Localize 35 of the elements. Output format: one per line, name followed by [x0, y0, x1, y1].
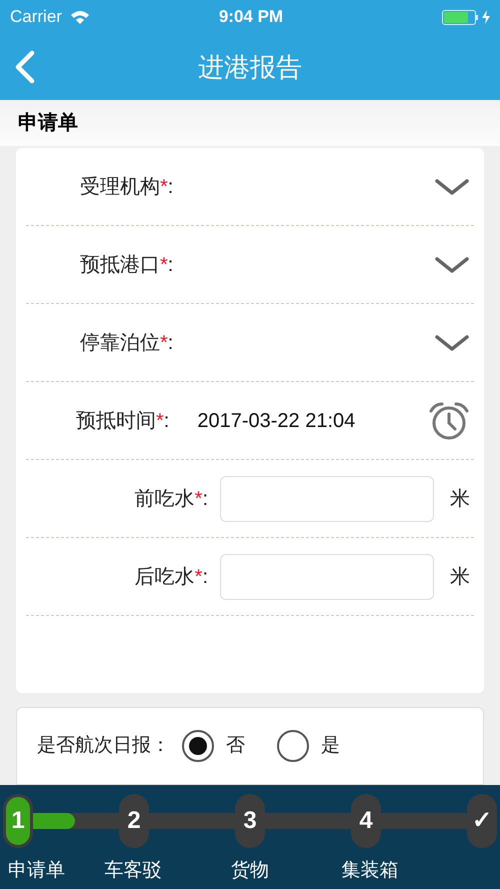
field-label: 后吃水*: [134, 564, 208, 590]
clock-time: 9:04 PM [218, 6, 284, 28]
step-label[interactable]: 申请单 [8, 857, 80, 886]
carrier-label: Carrier [10, 6, 62, 28]
unit-label: 米 [450, 564, 470, 590]
field-label: 预抵港口*: [80, 252, 174, 278]
step-marker[interactable]: ✓ [467, 794, 497, 848]
radio-button[interactable] [277, 730, 309, 762]
wifi-icon [70, 10, 90, 24]
field-label: 前吃水*: [134, 486, 208, 512]
alarm-clock-icon[interactable] [428, 400, 470, 440]
step-label[interactable]: 货物 [186, 857, 314, 886]
back-icon[interactable] [13, 50, 35, 84]
step-marker[interactable]: 4 [351, 794, 381, 848]
step-marker[interactable]: 2 [119, 794, 149, 848]
unit-label: 米 [450, 486, 470, 512]
field-label: 受理机构*: [80, 174, 174, 200]
radio-button[interactable] [182, 730, 214, 762]
field-label: 停靠泊位*: [80, 330, 174, 356]
page-title: 进港报告 [198, 50, 302, 84]
datetime-value[interactable]: 2017-03-22 21:04 [197, 406, 356, 436]
chevron-down-icon[interactable] [434, 254, 470, 274]
step-label[interactable]: 车客驳 [80, 857, 186, 886]
report-question: 是否航次日报： [37, 734, 170, 758]
section-title: 申请单 [18, 111, 78, 136]
chevron-down-icon[interactable] [434, 332, 470, 352]
step-label[interactable]: 集装箱 [314, 857, 426, 886]
radio-label[interactable]: 是 [321, 732, 340, 760]
battery-icon [442, 10, 490, 24]
input-field[interactable] [220, 554, 434, 600]
input-field[interactable] [220, 476, 434, 522]
field-label: 预抵时间*: [76, 408, 170, 434]
chevron-down-icon[interactable] [434, 176, 470, 196]
step-marker[interactable]: 3 [235, 794, 265, 848]
radio-label[interactable]: 否 [226, 732, 245, 760]
